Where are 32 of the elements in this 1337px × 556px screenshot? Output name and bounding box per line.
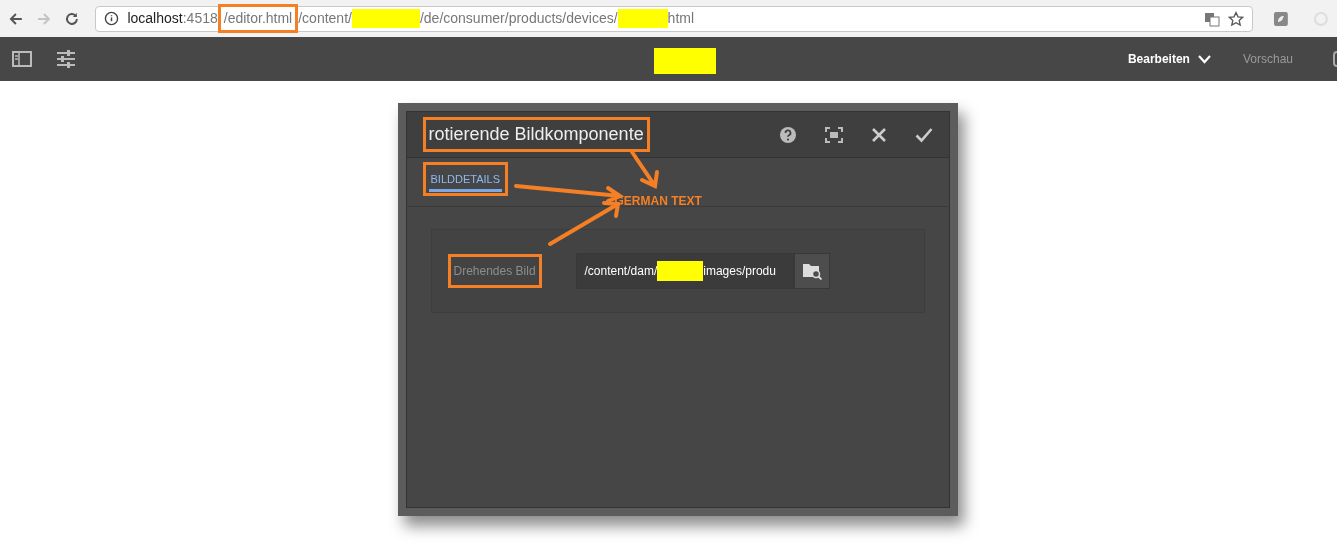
url-text: localhost xyxy=(127,9,183,28)
path-field[interactable]: /content/dam/ images/produ xyxy=(575,253,794,289)
translate-icon[interactable] xyxy=(1204,10,1221,27)
redaction-block xyxy=(617,9,668,28)
url-text: /content/ xyxy=(298,9,352,28)
dialog-title: rotierende Bildkomponente xyxy=(428,123,644,146)
path-text: images/produ xyxy=(703,263,776,280)
field-label: Drehendes Bild xyxy=(453,263,536,280)
help-icon[interactable] xyxy=(778,125,797,144)
sliders-icon[interactable] xyxy=(56,50,76,68)
path-text: /content/dam/ xyxy=(584,263,658,280)
info-icon xyxy=(104,11,120,26)
browse-button[interactable] xyxy=(793,253,830,289)
close-icon[interactable] xyxy=(870,126,887,143)
mode-button[interactable]: Bearbeiten xyxy=(1127,50,1211,68)
url-text: html xyxy=(667,9,695,28)
star-icon[interactable] xyxy=(1228,10,1245,27)
folder-search-icon xyxy=(801,262,822,280)
redaction-block xyxy=(351,9,420,28)
address-bar[interactable]: localhost:4518 /editor.html /content/ /de/consumer/products/devices/ html xyxy=(95,5,1254,32)
check-icon[interactable] xyxy=(914,126,933,143)
url-text: /de/consumer/products/devices/ xyxy=(419,9,618,28)
chevron-down-icon xyxy=(1197,54,1211,64)
extension-icon[interactable] xyxy=(1273,10,1290,27)
fullscreen-icon[interactable] xyxy=(824,126,843,143)
redaction-block xyxy=(654,48,716,74)
redaction-block xyxy=(657,261,704,281)
sidebar-icon[interactable] xyxy=(12,50,32,68)
url-text: :4518 xyxy=(182,9,218,28)
tab[interactable]: BILDDETAILS xyxy=(428,170,502,192)
url-text: /editor.html xyxy=(223,10,293,26)
reload-icon[interactable] xyxy=(63,10,80,27)
